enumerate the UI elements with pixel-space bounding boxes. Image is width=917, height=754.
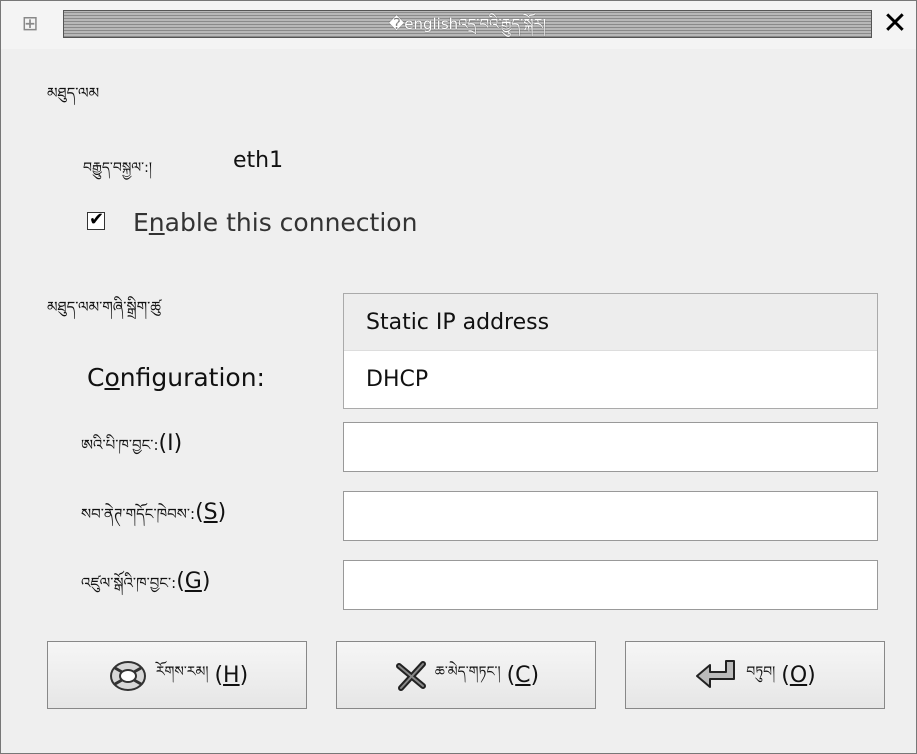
ok-key-open: ( (781, 662, 790, 688)
interface-value: eth1 (233, 148, 284, 173)
help-key-close: ) (239, 662, 249, 688)
enable-label-mnemonic: n (148, 208, 165, 237)
cancel-button[interactable]: ཆ་མེད་གཏང་། (C) (336, 641, 596, 709)
help-button[interactable]: རོགས་རམ། (H) (47, 641, 307, 709)
gateway-label-text: འཛུལ་སྒོའི་ཁ་བྱང་: (81, 574, 177, 592)
enable-connection-label[interactable]: Enable this connection (133, 208, 417, 237)
ok-key-close: ) (807, 662, 816, 688)
gateway-input[interactable] (343, 560, 878, 610)
gateway-label: འཛུལ་སྒོའི་ཁ་བྱང་:(G) (81, 567, 210, 609)
network-settings-dialog: ⊞ �englishའདྲ་བའི་རྒྱུད་སྐོར། ✕ མཐུད་ལམ … (0, 0, 917, 754)
interface-label: བརྒྱུད་བསྐྱལ་:། (83, 160, 152, 176)
help-button-key: (H) (214, 663, 248, 688)
enable-connection-checkbox[interactable]: ✔ (87, 209, 105, 230)
gateway-key-close: ) (201, 569, 211, 594)
checkmark-icon: ✔ (89, 209, 105, 230)
close-icon: ✕ (882, 6, 908, 41)
title-bar[interactable]: ⊞ �englishའདྲ་བའི་རྒྱུད་སྐོར། ✕ (1, 1, 916, 49)
cancel-x-icon (395, 661, 426, 691)
ok-button[interactable]: བཏུབ། (O) (625, 641, 885, 709)
help-button-text: རོགས་རམ། (155, 664, 209, 680)
subnet-mask-label: སབ་ནེཊ་གདོང་ཁེབས་:(S) (81, 498, 226, 540)
window-title: �englishའདྲ་བའི་རྒྱུད་སྐོར། (388, 15, 547, 33)
lifebuoy-icon (109, 661, 146, 691)
config-label-mnemonic: o (104, 363, 120, 392)
enable-label-post: able this connection (164, 208, 418, 237)
ok-button-key: (O) (781, 663, 816, 688)
ok-button-text: བཏུབ། (746, 664, 776, 680)
title-bar-drag-area[interactable]: �englishའདྲ་བའི་རྒྱུད་སྐོར། (63, 10, 872, 38)
help-mnemonic: H (223, 662, 240, 688)
ip-address-label-key: (I) (158, 431, 183, 456)
gateway-mnemonic: G (184, 569, 202, 594)
subnet-mask-key-open: ( (195, 500, 204, 525)
cancel-button-text: ཆ་མེད་གཏང་། (434, 664, 501, 680)
gateway-key-open: ( (176, 569, 185, 594)
ok-mnemonic: O (789, 662, 808, 688)
subnet-mask-input[interactable] (343, 491, 878, 541)
configuration-label: Configuration: (87, 363, 265, 392)
cancel-mnemonic: C (515, 662, 531, 688)
option-static-ip[interactable]: Static IP address (344, 294, 877, 351)
help-key-open: ( (214, 662, 224, 688)
subnet-mask-label-text: སབ་ནེཊ་གདོང་ཁེབས་: (81, 505, 196, 523)
cancel-button-key: (C) (507, 663, 540, 688)
settings-section-heading: མཐུད་ལམ་གཞི་སྒྲིག་ཚུ (47, 298, 161, 316)
enable-label-pre: E (133, 208, 149, 237)
subnet-mask-key-close: ) (217, 500, 227, 525)
config-label-post: nfiguration: (119, 363, 265, 392)
close-button[interactable]: ✕ (879, 8, 911, 40)
config-label-pre: C (87, 363, 105, 392)
option-dhcp[interactable]: DHCP (344, 351, 877, 408)
ip-address-label-text: ཨའི་པི་ཁ་བྱང་: (81, 436, 159, 454)
ip-address-label: ཨའི་པི་ཁ་བྱང་:(I) (81, 429, 182, 471)
cancel-key-open: ( (506, 662, 516, 688)
enter-arrow-icon (696, 660, 736, 688)
configuration-list[interactable]: Static IP address DHCP (343, 293, 878, 409)
cancel-key-close: ) (530, 662, 540, 688)
window-menu-icon[interactable]: ⊞ (15, 11, 45, 35)
subnet-mask-mnemonic: S (203, 500, 218, 525)
ip-address-input[interactable] (343, 422, 878, 472)
device-section-heading: མཐུད་ལམ (47, 84, 100, 102)
